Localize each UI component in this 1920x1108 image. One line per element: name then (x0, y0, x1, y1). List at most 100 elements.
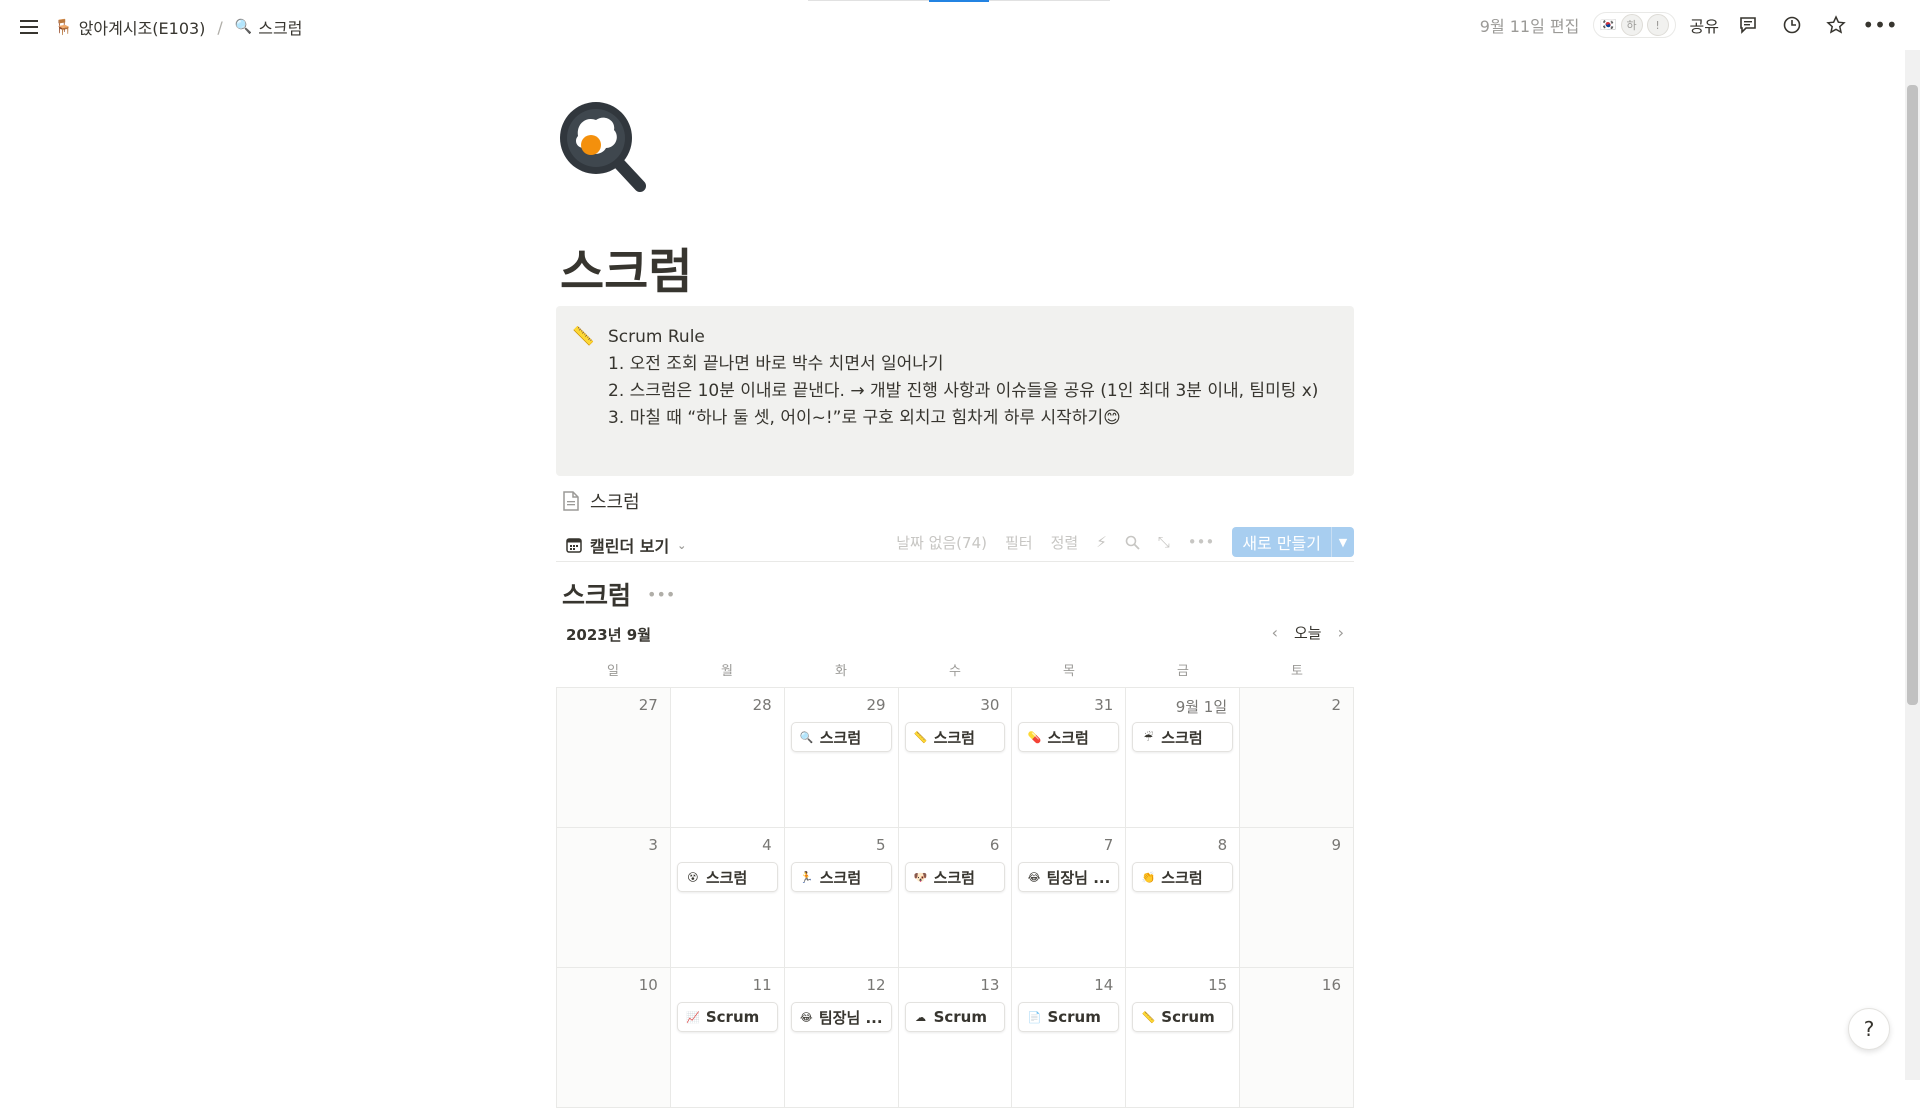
event-title: 팀장님 ... (818, 1008, 883, 1027)
callout-block[interactable]: 📏 Scrum Rule 1. 오전 조회 끝나면 바로 박수 치면서 일어나기… (556, 306, 1354, 476)
day-number: 4 (762, 836, 772, 854)
event-card[interactable]: 📈 Scrum (676, 1002, 778, 1032)
tab-calendar-view[interactable]: 캘린더 보기 ⌄ (566, 533, 686, 557)
breadcrumb-workspace[interactable]: 🪑 앉아계시조(E103) (54, 15, 205, 39)
calendar-day[interactable]: 27 (556, 688, 670, 827)
expand-icon[interactable]: ⤡ (1158, 533, 1170, 551)
event-card[interactable]: 🏃 스크럼 (790, 862, 892, 892)
edited-label: 9월 11일 편집 (1479, 17, 1580, 36)
event-card[interactable]: 💊 스크럼 (1018, 722, 1120, 752)
event-card[interactable]: 🔍 스크럼 (790, 722, 892, 752)
calendar-day[interactable]: 11 📈 Scrum (669, 968, 784, 1107)
event-card[interactable]: 👏 스크럼 (1132, 862, 1234, 892)
calendar-day[interactable]: 9 (1239, 828, 1355, 967)
star-icon[interactable] (1821, 10, 1851, 40)
page-title[interactable]: 스크럼 (560, 232, 692, 302)
weekday-label: 월 (721, 664, 733, 679)
share-button[interactable]: 공유 (1690, 13, 1719, 37)
calendar-day[interactable]: 2 (1239, 688, 1355, 827)
callout-line: 2. 스크럼은 10분 이내로 끝낸다. → 개발 진행 사항과 이슈들을 공유… (608, 381, 1319, 401)
calendar-nav: ‹ 오늘 › (1272, 622, 1344, 643)
lightning-icon[interactable]: ⚡ (1096, 533, 1107, 551)
document-icon (563, 491, 579, 511)
ruler-icon[interactable]: 📏 (572, 326, 594, 347)
more-icon[interactable]: ••• (647, 585, 675, 604)
more-icon[interactable]: ••• (1188, 533, 1215, 551)
calendar-day[interactable]: 29 🔍 스크럼 (783, 688, 898, 827)
scrollbar-thumb[interactable] (1907, 85, 1918, 705)
event-title: 스크럼 (819, 868, 862, 887)
database-title[interactable]: 스크럼 ••• (562, 576, 675, 612)
event-card[interactable]: 📏 Scrum (1132, 1002, 1234, 1032)
avatar: ! (1646, 14, 1669, 36)
calendar-day[interactable]: 5 🏃 스크럼 (783, 828, 898, 967)
breadcrumb-page[interactable]: 🔍 스크럼 (235, 15, 303, 39)
calendar-day[interactable]: 13 ☁ Scrum (897, 968, 1012, 1107)
chevron-down-icon[interactable]: ▼ (1331, 527, 1354, 557)
day-number: 8 (1217, 836, 1228, 854)
page-crumb-label: 스크럼 (258, 19, 303, 38)
event-card[interactable]: 🐶 스크럼 (904, 862, 1006, 892)
calendar-day[interactable]: 4 😵 스크럼 (669, 828, 784, 967)
search-icon[interactable] (1125, 535, 1140, 550)
today-button[interactable]: 오늘 (1294, 622, 1322, 643)
calendar-day[interactable]: 3 (556, 828, 670, 967)
event-title: Scrum (1047, 1008, 1101, 1026)
event-card[interactable]: 📄 Scrum (1018, 1002, 1120, 1032)
event-card[interactable]: ☔ 스크럼 (1132, 722, 1234, 752)
calendar-day[interactable]: 6 🐶 스크럼 (897, 828, 1012, 967)
weekday-label: 금 (1177, 664, 1189, 679)
calendar-day[interactable]: 12 😂 팀장님 ... (783, 968, 898, 1107)
callout-line: 3. 마칠 때 “하나 둘 셋, 어이~!”로 구호 외치고 힘차게 하루 시작… (608, 408, 1121, 428)
event-card[interactable]: 😂 팀장님 ... (790, 1002, 892, 1032)
help-button[interactable]: ? (1848, 1008, 1890, 1050)
calendar-day[interactable]: 16 (1239, 968, 1355, 1107)
weekday-header: 일 월 화 수 목 금 토 (556, 660, 1354, 679)
more-icon[interactable]: ••• (1862, 10, 1897, 40)
callout-line: 1. 오전 조회 끝나면 바로 박수 치면서 일어나기 (608, 354, 944, 374)
flag-icon: 🇰🇷 (1600, 17, 1617, 33)
calendar-day[interactable]: 14 📄 Scrum (1011, 968, 1125, 1107)
chevron-left-icon[interactable]: ‹ (1272, 623, 1278, 642)
comment-icon[interactable] (1733, 10, 1763, 40)
event-card[interactable]: 📏 스크럼 (904, 722, 1006, 752)
calendar-day[interactable]: 8 👏 스크럼 (1125, 828, 1239, 967)
event-icon: 🐶 (913, 870, 928, 884)
sort-button[interactable]: 정렬 (1051, 532, 1079, 553)
subpage-link[interactable]: 스크럼 (562, 488, 640, 514)
day-number: 2 (1331, 696, 1342, 714)
event-title: 스크럼 (933, 868, 975, 887)
menu-icon[interactable] (14, 12, 44, 42)
filter-button[interactable]: 필터 (1005, 532, 1033, 553)
calendar-week: 3 4 😵 스크럼 5 🏃 스크럼 6 🐶 스크럼 7 😂 팀장님 ... 8 👏 스크럼 9 (556, 828, 1355, 968)
calendar-day[interactable]: 10 (556, 968, 670, 1107)
event-title: Scrum (705, 1008, 760, 1026)
calendar-day[interactable]: 15 📏 Scrum (1125, 968, 1239, 1107)
calendar-grid: 27 28 29 🔍 스크럼 30 📏 스크럼 31 💊 스크럼 9월 1일 ☔ 스크럼 2 3 4 😵 스크럼 5 🏃… (556, 687, 1355, 1108)
day-number: 14 (1094, 976, 1114, 994)
new-button[interactable]: 새로 만들기 ▼ (1232, 527, 1354, 557)
event-icon: 🏃 (799, 870, 814, 884)
day-number: 10 (638, 976, 658, 994)
event-icon: ☁ (915, 1010, 927, 1024)
event-card[interactable]: 😵 스크럼 (676, 862, 778, 892)
event-title: 스크럼 (1161, 868, 1203, 887)
callout-text[interactable]: Scrum Rule 1. 오전 조회 끝나면 바로 박수 치면서 일어나기 2… (608, 324, 1343, 432)
event-card[interactable]: ☁ Scrum (904, 1002, 1006, 1032)
event-card[interactable]: 😂 팀장님 ... (1018, 862, 1120, 892)
calendar-day[interactable]: 31 💊 스크럼 (1011, 688, 1125, 827)
calendar-day[interactable]: 28 (669, 688, 784, 827)
avatar-group[interactable]: 🇰🇷 하 ! (1593, 12, 1676, 38)
event-icon: 📄 (1027, 1010, 1042, 1024)
calendar-week: 10 11 📈 Scrum 12 😂 팀장님 ... 13 ☁ Scrum 14 📄 Scrum 15 📏 S… (556, 968, 1355, 1108)
clock-icon[interactable] (1777, 10, 1807, 40)
weekday-label: 일 (607, 664, 619, 679)
day-number: 15 (1208, 976, 1228, 994)
frying-pan-egg-icon[interactable] (556, 98, 652, 194)
chevron-right-icon[interactable]: › (1338, 623, 1344, 642)
no-date-button[interactable]: 날짜 없음(74) (896, 532, 987, 553)
view-tools: 날짜 없음(74) 필터 정렬 ⚡ ⤡ ••• 새로 만들기 ▼ (896, 527, 1354, 557)
calendar-day[interactable]: 30 📏 스크럼 (897, 688, 1012, 827)
calendar-day[interactable]: 9월 1일 ☔ 스크럼 (1125, 688, 1239, 827)
calendar-day[interactable]: 7 😂 팀장님 ... (1011, 828, 1125, 967)
